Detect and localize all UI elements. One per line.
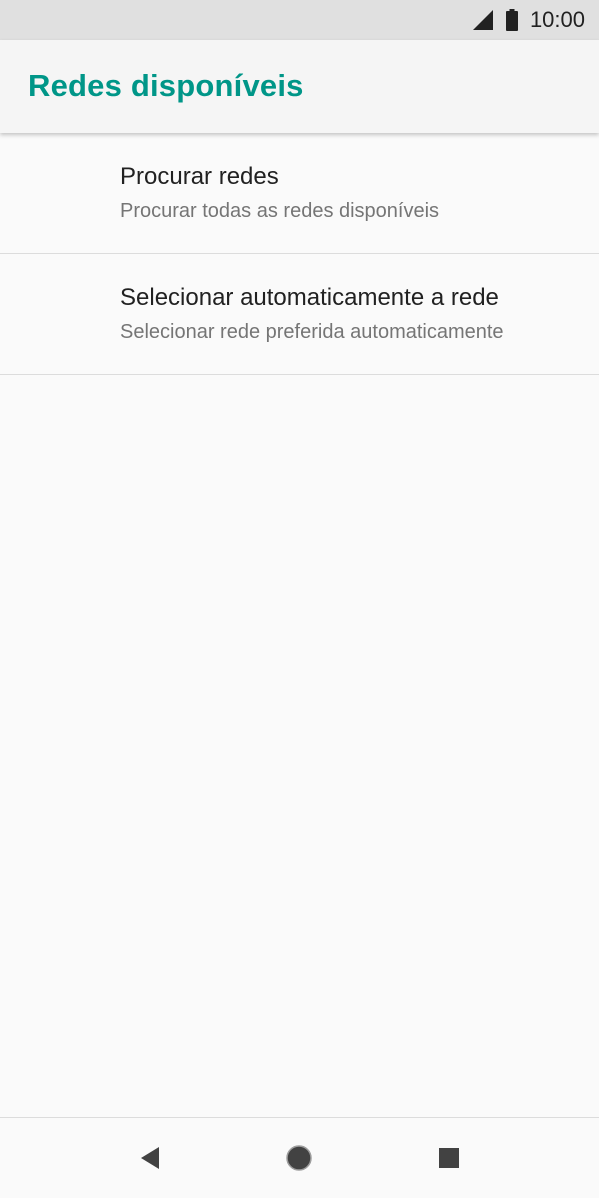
list-item-subtitle: Selecionar rede preferida automaticament… [120, 321, 504, 343]
list-item-title: Procurar redes [120, 163, 279, 190]
battery-icon [505, 9, 518, 31]
status-icons: 10:00 [472, 0, 585, 40]
screen: 10:00 Redes disponíveis Procurar redes P… [0, 0, 599, 1198]
signal-icon [472, 10, 493, 30]
back-icon [141, 1147, 159, 1169]
clock: 10:00 [529, 7, 585, 32]
home-icon [286, 1145, 312, 1171]
app-bar: Redes disponíveis [0, 40, 599, 133]
list-item-auto-select-network[interactable]: Selecionar automaticamente a rede Seleci… [0, 254, 599, 375]
list-item-search-networks[interactable]: Procurar redes Procurar todas as redes d… [0, 133, 599, 254]
page-title: Redes disponíveis [28, 68, 304, 103]
list-item-subtitle: Procurar todas as redes disponíveis [120, 200, 440, 222]
recent-apps-button[interactable] [409, 1118, 489, 1198]
recent-apps-icon [439, 1148, 459, 1168]
back-button[interactable] [110, 1118, 190, 1198]
list-item-title: Selecionar automaticamente a rede [120, 284, 499, 311]
status-bar: 10:00 [0, 0, 599, 40]
settings-list: Procurar redes Procurar todas as redes d… [0, 133, 599, 375]
navigation-bar [0, 1117, 599, 1198]
home-button[interactable] [259, 1118, 339, 1198]
